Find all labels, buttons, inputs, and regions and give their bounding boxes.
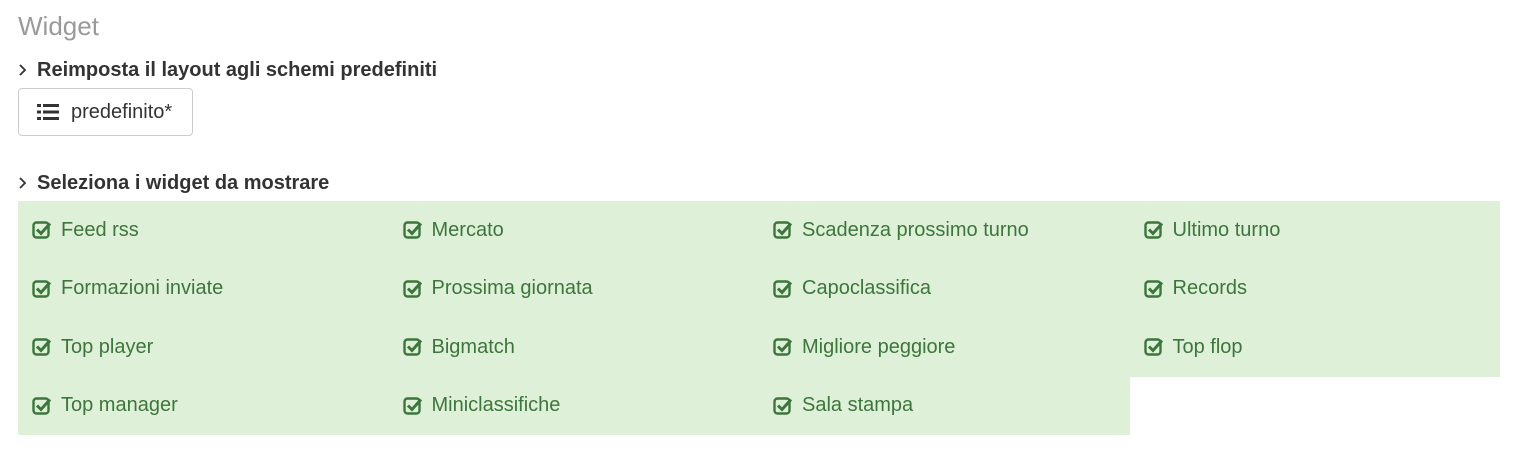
- widget-row: Feed rss Mercato Scadenza prossimo turno: [18, 201, 1500, 260]
- widget-row: Formazioni inviate Prossima giornata Cap…: [18, 259, 1500, 318]
- page-title: Widget: [18, 11, 99, 41]
- select-widgets-heading[interactable]: Seleziona i widget da mostrare: [18, 170, 329, 196]
- widget-toggle-records[interactable]: Records: [1129, 259, 1500, 318]
- check-square-icon: [773, 221, 793, 239]
- widget-label: Migliore peggiore: [802, 335, 956, 358]
- widget-toggle-top-flop[interactable]: Top flop: [1129, 318, 1500, 377]
- widget-label: Mercato: [431, 218, 504, 241]
- check-square-icon: [773, 280, 793, 298]
- check-square-icon: [402, 338, 422, 356]
- empty-grid-cell: [1130, 377, 1501, 436]
- list-icon: [37, 104, 59, 120]
- widget-label: Capoclassifica: [802, 277, 931, 300]
- widget-toggle-ultimo-turno[interactable]: Ultimo turno: [1129, 201, 1500, 260]
- default-layout-button-label: predefinito*: [71, 100, 173, 123]
- widget-label: Miniclassifiche: [431, 394, 561, 417]
- widget-label: Scadenza prossimo turno: [802, 218, 1029, 241]
- widget-toggle-migliore-peggiore[interactable]: Migliore peggiore: [759, 318, 1130, 377]
- widget-label: Top player: [61, 335, 154, 358]
- widget-toggle-bigmatch[interactable]: Bigmatch: [388, 318, 759, 377]
- check-square-icon: [32, 397, 52, 415]
- check-square-icon: [402, 280, 422, 298]
- widget-toggle-capoclassifica[interactable]: Capoclassifica: [759, 259, 1130, 318]
- chevron-right-icon: [19, 177, 27, 189]
- widget-toggle-miniclassifiche[interactable]: Miniclassifiche: [388, 376, 759, 435]
- check-square-icon: [1143, 221, 1163, 239]
- widget-grid: Feed rss Mercato Scadenza prossimo turno: [18, 201, 1500, 435]
- widget-label: Ultimo turno: [1172, 218, 1281, 241]
- widget-toggle-top-player[interactable]: Top player: [18, 318, 389, 377]
- check-square-icon: [32, 338, 52, 356]
- chevron-right-icon: [19, 64, 27, 76]
- widget-toggle-sala-stampa[interactable]: Sala stampa: [759, 376, 1130, 435]
- check-square-icon: [402, 221, 422, 239]
- widget-toggle-prossima-giornata[interactable]: Prossima giornata: [388, 259, 759, 318]
- default-layout-button[interactable]: predefinito*: [18, 88, 193, 136]
- widget-row: Top manager Miniclassifiche Sala stampa: [18, 376, 1501, 436]
- widget-toggle-top-manager[interactable]: Top manager: [18, 376, 389, 435]
- widget-label: Sala stampa: [802, 394, 914, 417]
- widget-toggle-formazioni-inviate[interactable]: Formazioni inviate: [18, 259, 389, 318]
- widget-label: Top manager: [61, 394, 178, 417]
- check-square-icon: [1143, 338, 1163, 356]
- check-square-icon: [773, 397, 793, 415]
- widget-toggle-feed-rss[interactable]: Feed rss: [18, 201, 389, 260]
- widget-label: Feed rss: [61, 218, 139, 241]
- widget-label: Top flop: [1172, 335, 1243, 358]
- widget-toggle-scadenza-prossimo-turno[interactable]: Scadenza prossimo turno: [759, 201, 1130, 260]
- widget-label: Bigmatch: [431, 335, 515, 358]
- check-square-icon: [1143, 280, 1163, 298]
- widget-settings-page: Widget Reimposta il layout agli schemi p…: [0, 0, 1525, 450]
- widget-label: Prossima giornata: [431, 277, 593, 300]
- check-square-icon: [32, 221, 52, 239]
- reset-layout-heading[interactable]: Reimposta il layout agli schemi predefin…: [18, 57, 437, 83]
- select-widgets-heading-label: Seleziona i widget da mostrare: [37, 171, 330, 194]
- widget-toggle-mercato[interactable]: Mercato: [388, 201, 759, 260]
- widget-label: Formazioni inviate: [61, 277, 224, 300]
- widget-row: Top player Bigmatch Migliore peggiore To…: [18, 318, 1500, 377]
- widget-label: Records: [1172, 277, 1247, 300]
- check-square-icon: [773, 338, 793, 356]
- check-square-icon: [402, 397, 422, 415]
- check-square-icon: [32, 280, 52, 298]
- reset-layout-heading-label: Reimposta il layout agli schemi predefin…: [37, 58, 438, 81]
